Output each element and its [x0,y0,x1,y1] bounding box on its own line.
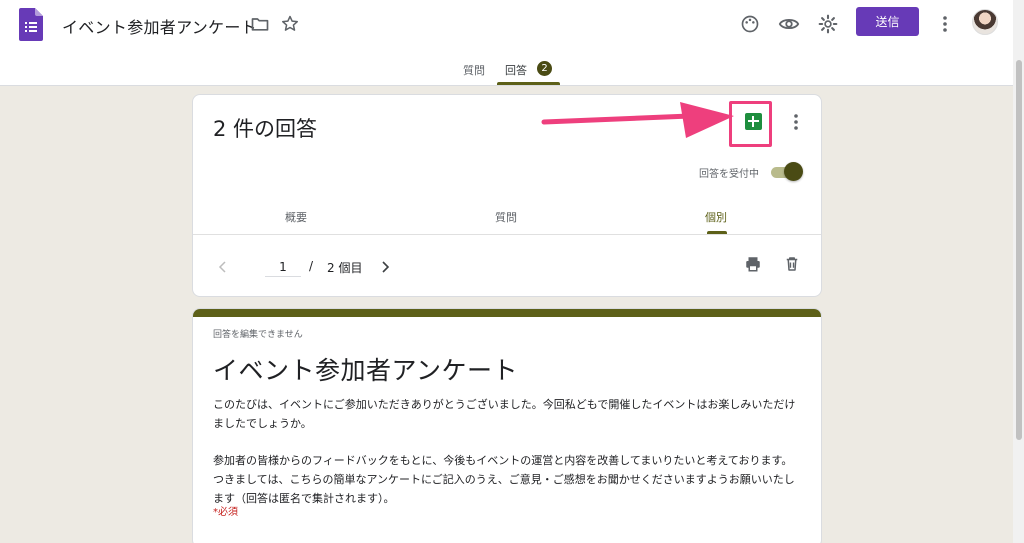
trash-icon[interactable] [781,253,803,275]
print-icon[interactable] [742,253,764,275]
page-total: 2 個目 [327,261,363,275]
chevron-right-icon[interactable] [375,255,395,279]
divider [193,234,821,235]
noedit-notice: 回答を編集できません [213,330,303,340]
form-response-card: 回答を編集できません イベント参加者アンケート このたびは、イベントにご参加いた… [192,308,822,543]
tab-individual[interactable]: 個別 [705,209,727,225]
more-vert-icon[interactable] [790,112,802,132]
accepting-responses-label: 回答を受付中 [699,169,759,180]
responses-count-badge: 2 [537,61,552,76]
form-title: イベント参加者アンケート [213,356,519,385]
tab-active-indicator [497,82,560,85]
more-vert-icon[interactable] [933,12,957,36]
form-accent-bar [193,309,821,317]
tab-summary[interactable]: 概要 [285,209,307,225]
form-description-p2: 参加者の皆様からのフィードバックをもとに、今後もイベントの運営と内容を改善してま… [213,454,795,505]
response-count-title: 2 件の回答 [213,117,318,141]
page-number-input[interactable] [265,257,301,277]
accepting-toggle-thumb[interactable] [784,162,803,181]
forms-logo-icon[interactable] [19,8,43,41]
send-button[interactable]: 送信 [856,7,919,36]
form-description: このたびは、イベントにご参加いただきありがとうございました。今回私どもで開催した… [213,395,798,508]
chevron-left-icon[interactable] [213,255,233,279]
folder-icon[interactable] [248,12,272,36]
sheets-icon[interactable] [745,113,762,130]
annotation-arrow [541,102,734,138]
palette-icon[interactable] [738,12,762,36]
avatar[interactable] [972,9,998,35]
page-separator: / [309,259,314,273]
app-header: イベント参加者アンケート 送信 質問 回答 2 [0,0,1024,86]
tab-questions[interactable]: 質問 [463,62,485,78]
tab-question[interactable]: 質問 [495,209,517,225]
form-description-p1: このたびは、イベントにご参加いただきありがとうございました。今回私どもで開催した… [213,398,796,430]
scrollbar-thumb[interactable] [1016,60,1022,440]
gear-icon[interactable] [816,12,840,36]
form-title-header[interactable]: イベント参加者アンケート [62,14,257,38]
required-note: *必須 [213,507,238,518]
star-icon[interactable] [278,12,302,36]
response-pager: / 2 個目 [213,255,413,279]
eye-icon[interactable] [777,12,801,36]
tab-responses[interactable]: 回答 [505,62,527,78]
